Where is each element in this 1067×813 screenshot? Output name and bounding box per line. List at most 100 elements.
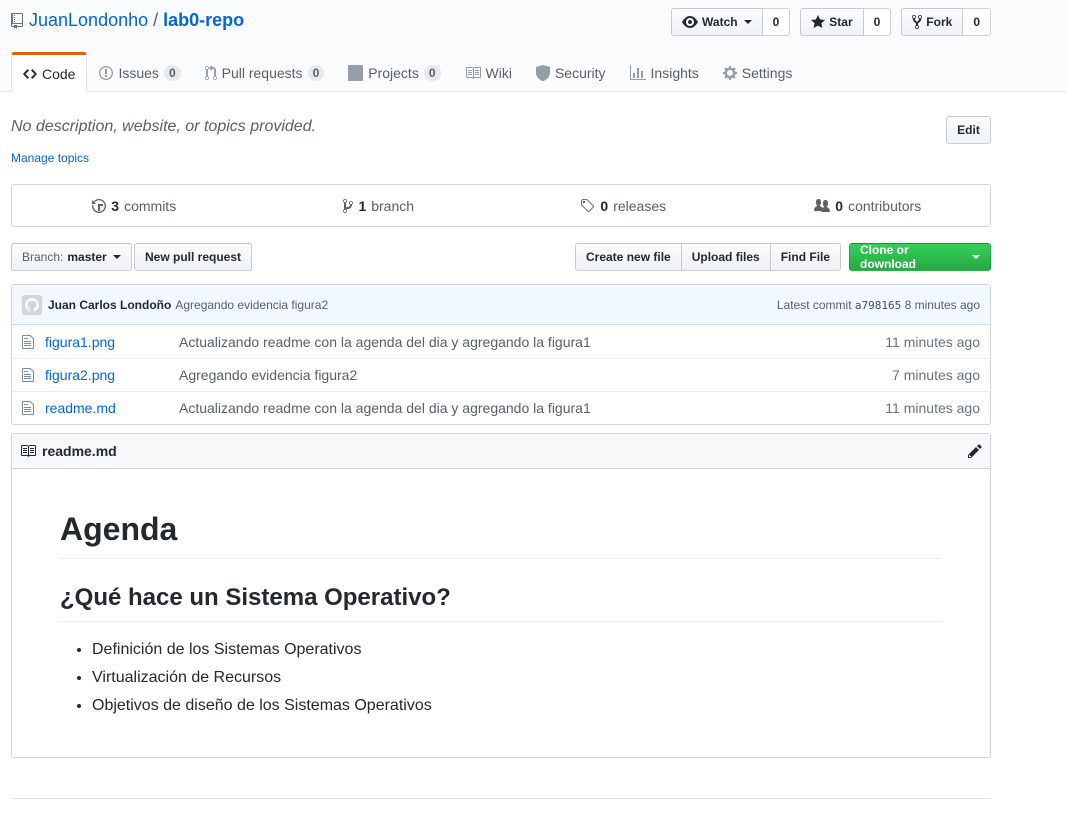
- tab-issues-label: Issues: [118, 65, 159, 81]
- file-commit-message[interactable]: Actualizando readme con la agenda del di…: [179, 334, 885, 350]
- edit-description-button[interactable]: Edit: [946, 116, 991, 144]
- pull-requests-counter: 0: [307, 65, 325, 81]
- readme-box: readme.md Agenda ¿Qué hace un Sistema Op…: [11, 433, 991, 758]
- tab-wiki[interactable]: Wiki: [453, 52, 524, 92]
- repo-header: JuanLondonho / lab0-repo Watch 0 Star 0: [0, 0, 1067, 93]
- path-separator: /: [153, 10, 159, 30]
- readme-filename: readme.md: [42, 443, 117, 459]
- file-name-link[interactable]: figura1.png: [45, 334, 179, 350]
- star-button[interactable]: Star: [800, 8, 864, 36]
- find-file-button[interactable]: Find File: [769, 243, 842, 271]
- latest-commit-label: Latest commit: [776, 297, 852, 312]
- tab-settings-label: Settings: [741, 65, 793, 81]
- tab-code[interactable]: Code: [11, 52, 88, 93]
- repo-owner-link[interactable]: JuanLondonho: [29, 10, 148, 31]
- tab-projects[interactable]: Projects 0: [336, 52, 452, 92]
- watch-group: Watch 0: [671, 8, 791, 36]
- tab-pull-requests-label: Pull requests: [221, 65, 303, 81]
- readme-list: Definición de los Sistemas Operativos Vi…: [60, 638, 942, 718]
- commit-tease: Juan Carlos Londoño Agregando evidencia …: [12, 285, 990, 325]
- clone-or-download-button[interactable]: Clone or download: [849, 243, 991, 271]
- repo-name-link[interactable]: lab0-repo: [163, 10, 244, 31]
- branch-select-name: master: [67, 250, 107, 264]
- chevron-down-icon: [743, 20, 752, 24]
- releases-count: 0: [600, 197, 609, 214]
- commit-author[interactable]: Juan Carlos Londoño: [48, 298, 171, 312]
- commit-message[interactable]: Agregando evidencia figura2: [175, 298, 328, 312]
- commits-summary[interactable]: 3 commits: [12, 185, 257, 226]
- branches-summary[interactable]: 1 branch: [257, 185, 502, 226]
- readme-heading-1: Agenda: [60, 509, 942, 559]
- commits-label: commits: [124, 197, 177, 214]
- watch-label: Watch: [702, 15, 738, 29]
- graph-icon: [629, 65, 646, 81]
- fork-count[interactable]: 0: [963, 8, 991, 36]
- repo-description: No description, website, or topics provi…: [11, 118, 317, 135]
- tab-insights[interactable]: Insights: [618, 52, 711, 92]
- contributors-summary[interactable]: 0 contributors: [746, 185, 991, 226]
- fork-icon: [912, 14, 923, 30]
- file-icon: [22, 334, 39, 350]
- branch-icon: [343, 198, 354, 214]
- file-list-box: Juan Carlos Londoño Agregando evidencia …: [11, 284, 991, 425]
- repo-nav: Code Issues 0 Pull requests 0 Projects 0: [11, 52, 805, 93]
- tab-issues[interactable]: Issues 0: [87, 52, 192, 92]
- pull-request-icon: [204, 65, 217, 81]
- commit-age: 8 minutes ago: [904, 297, 980, 312]
- upload-files-button[interactable]: Upload files: [680, 243, 771, 271]
- commits-count: 3: [111, 197, 120, 214]
- pagehead-actions: Watch 0 Star 0 Fork 0: [671, 8, 991, 36]
- star-count[interactable]: 0: [863, 8, 892, 36]
- file-icon: [22, 400, 39, 416]
- star-icon: [811, 14, 826, 30]
- fork-label: Fork: [926, 15, 953, 29]
- eye-icon: [682, 14, 699, 30]
- table-row: figura2.png Agregando evidencia figura2 …: [12, 358, 990, 391]
- gear-icon: [722, 65, 737, 81]
- new-pull-request-button[interactable]: New pull request: [134, 243, 253, 271]
- file-commit-message[interactable]: Agregando evidencia figura2: [179, 367, 892, 383]
- watch-button[interactable]: Watch: [671, 8, 763, 36]
- avatar[interactable]: [22, 294, 42, 315]
- issue-icon: [99, 65, 114, 81]
- list-item: Objetivos de diseño de los Sistemas Oper…: [92, 694, 942, 718]
- file-commit-message[interactable]: Actualizando readme con la agenda del di…: [179, 400, 885, 416]
- releases-label: releases: [613, 197, 667, 214]
- tab-insights-label: Insights: [650, 65, 699, 81]
- people-icon: [814, 198, 831, 214]
- file-icon: [22, 367, 39, 383]
- branch-label: branch: [371, 197, 415, 214]
- file-age: 7 minutes ago: [892, 367, 980, 383]
- repo-icon: [11, 12, 23, 29]
- projects-counter: 0: [423, 65, 441, 81]
- file-name-link[interactable]: readme.md: [45, 400, 179, 416]
- project-icon: [348, 65, 364, 81]
- watch-count[interactable]: 0: [762, 8, 791, 36]
- tab-settings[interactable]: Settings: [711, 52, 805, 92]
- footer-divider: [11, 798, 991, 799]
- readme-header: readme.md: [12, 434, 990, 469]
- branch-select-button[interactable]: Branch: master: [11, 243, 132, 271]
- shield-icon: [535, 65, 550, 81]
- table-row: readme.md Actualizando readme con la age…: [12, 391, 990, 424]
- issues-counter: 0: [163, 65, 181, 81]
- tab-projects-label: Projects: [368, 65, 419, 81]
- fork-button[interactable]: Fork: [901, 8, 964, 36]
- pencil-icon[interactable]: [968, 443, 982, 459]
- chevron-down-icon: [972, 255, 980, 259]
- file-name-link[interactable]: figura2.png: [45, 367, 179, 383]
- create-new-file-button[interactable]: Create new file: [575, 243, 682, 271]
- clone-label: Clone or download: [860, 243, 916, 271]
- tab-pull-requests[interactable]: Pull requests 0: [193, 52, 337, 92]
- manage-topics-link[interactable]: Manage topics: [11, 151, 89, 165]
- star-label: Star: [829, 15, 853, 29]
- commit-sha[interactable]: a798165: [855, 299, 901, 312]
- list-item: Definición de los Sistemas Operativos: [92, 638, 942, 662]
- releases-summary[interactable]: 0 releases: [501, 185, 746, 226]
- file-actions-group: Create new file Upload files Find File: [575, 243, 842, 271]
- contributors-count: 0: [835, 197, 844, 214]
- star-group: Star 0: [800, 8, 892, 36]
- chevron-down-icon: [112, 255, 121, 259]
- tab-security[interactable]: Security: [524, 52, 618, 92]
- book-icon: [465, 65, 481, 81]
